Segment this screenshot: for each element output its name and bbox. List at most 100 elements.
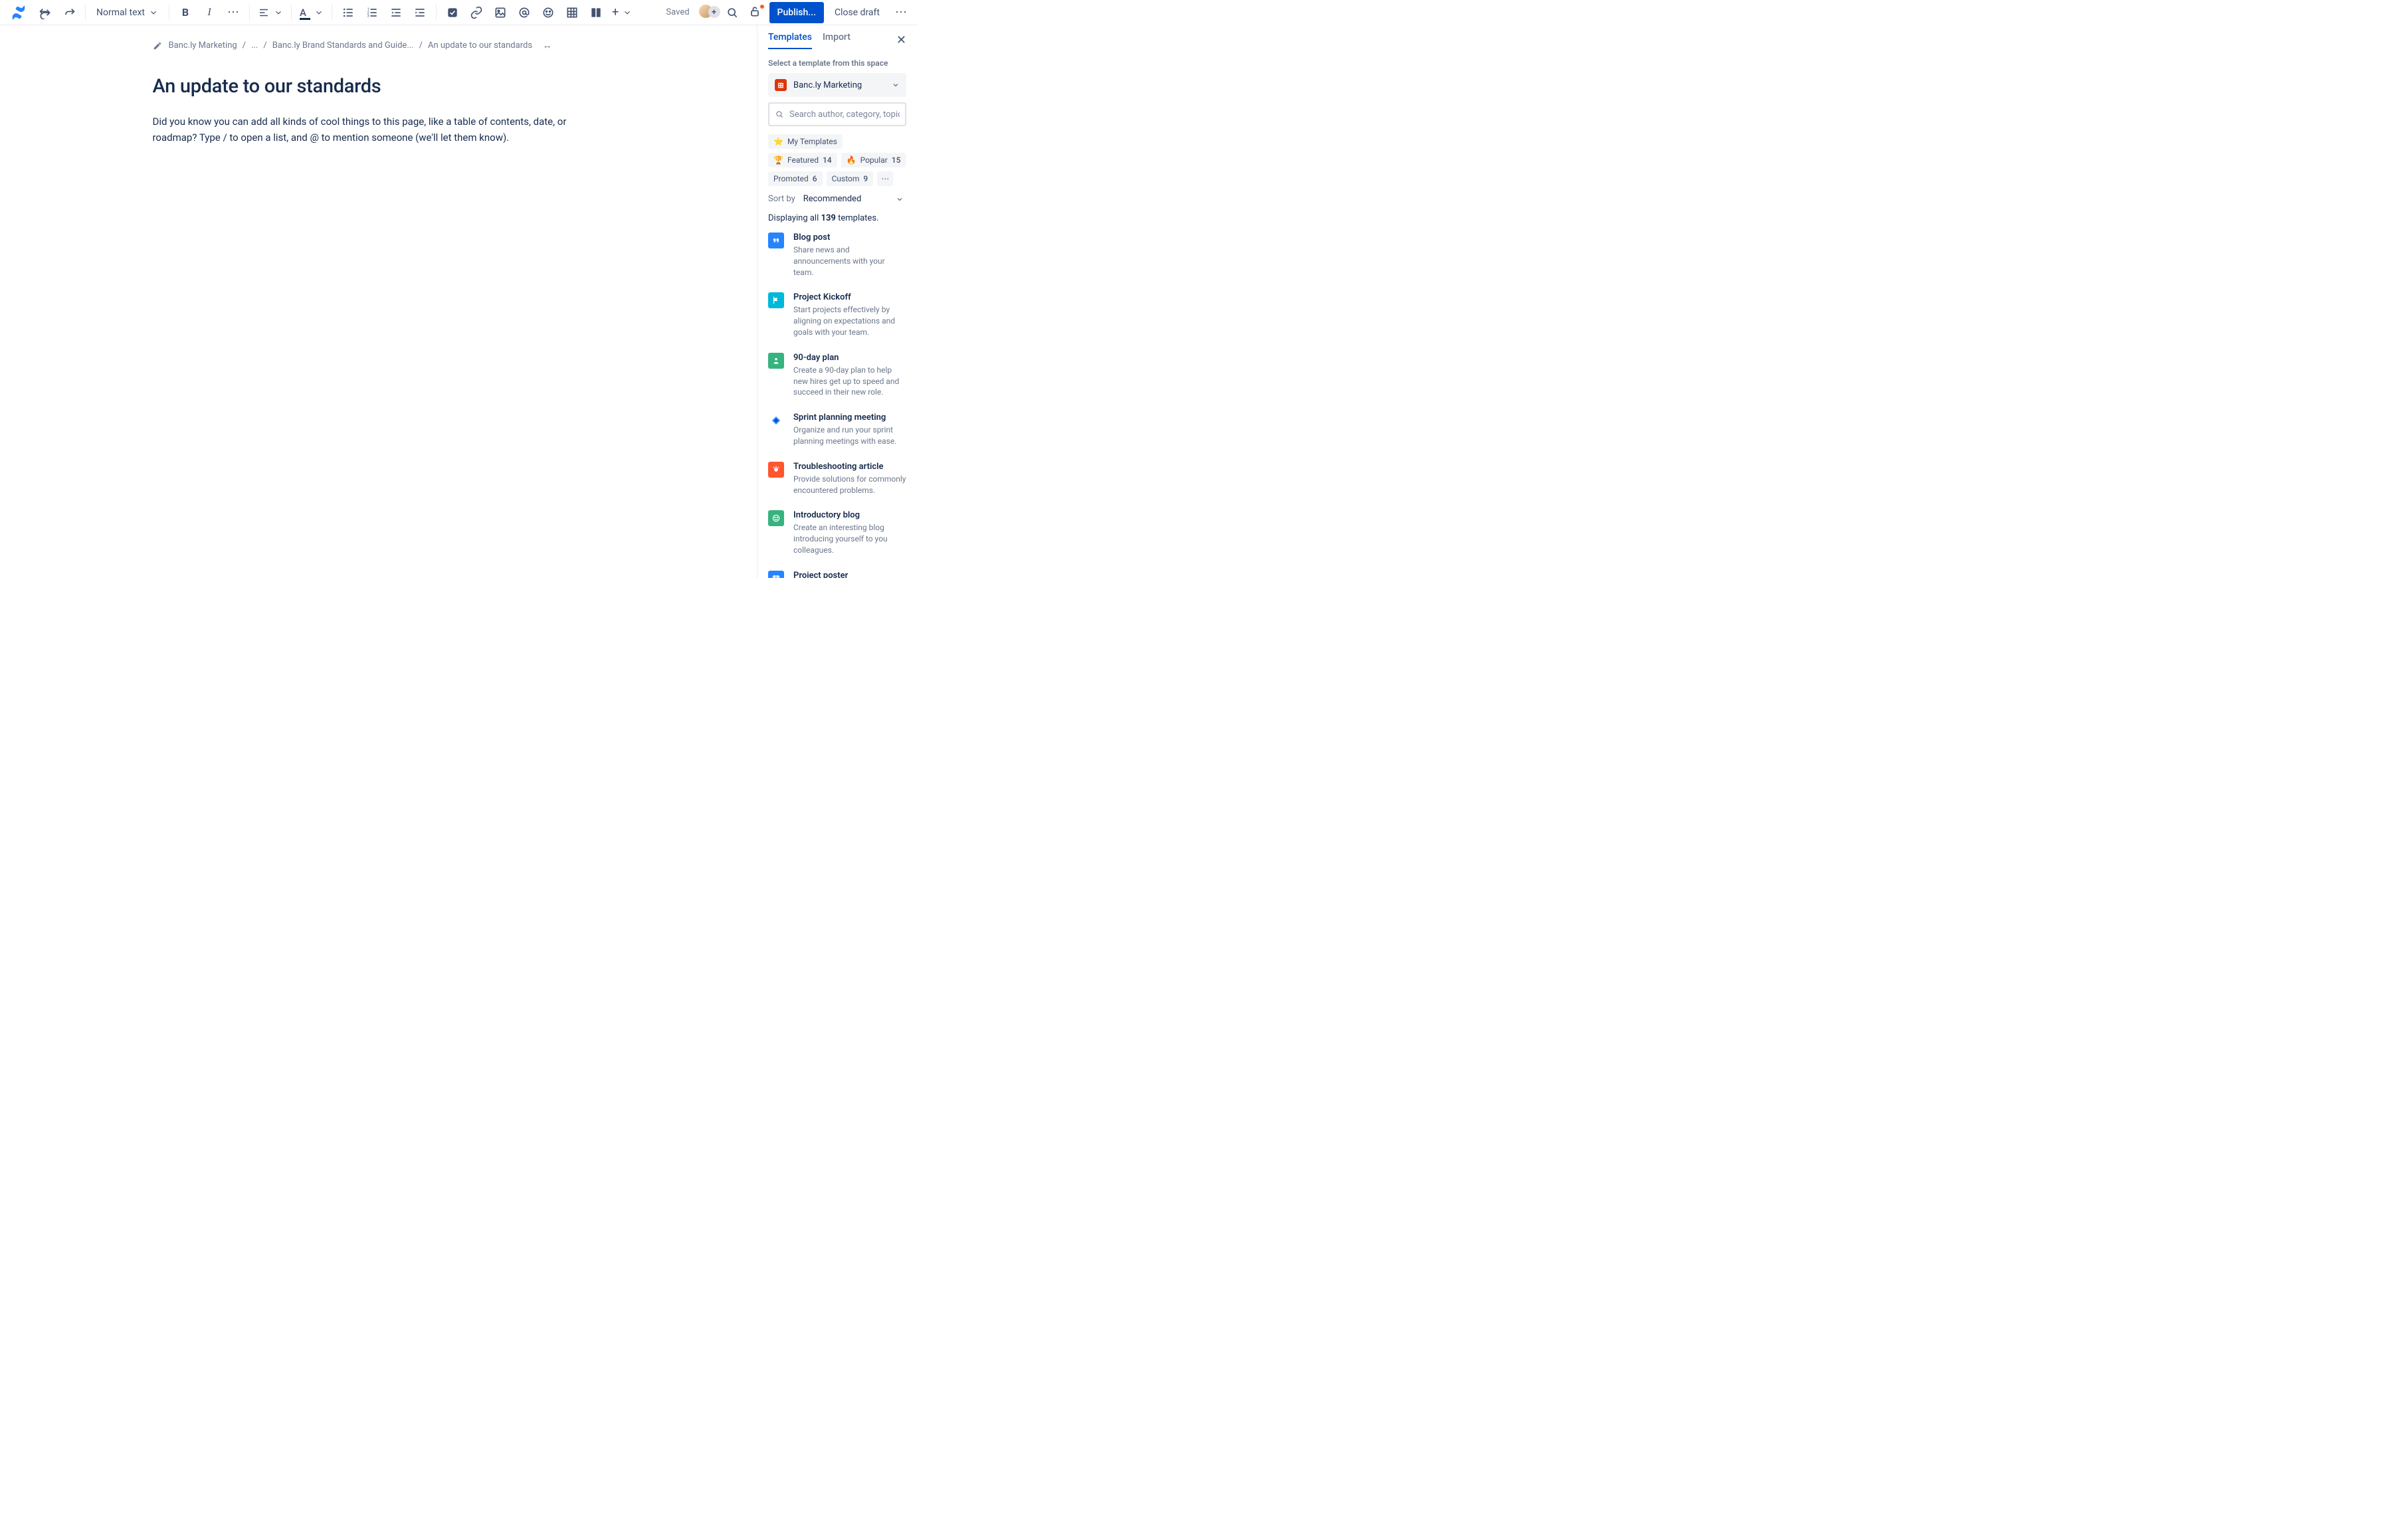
chip-promoted[interactable]: Promoted6 xyxy=(768,171,823,186)
text-color-icon: A xyxy=(300,7,310,19)
insert-dropdown[interactable]: + xyxy=(609,2,635,23)
chip-more[interactable]: ⋯ xyxy=(877,171,893,186)
pencil-icon xyxy=(153,41,163,51)
breadcrumb-item[interactable]: Banc.ly Brand Standards and Guide... xyxy=(272,41,414,50)
undo-button[interactable] xyxy=(35,2,56,23)
page-title[interactable]: An update to our standards xyxy=(153,75,605,98)
indent-button[interactable] xyxy=(409,2,431,23)
template-item[interactable]: Project Kickoff Start projects effectivel… xyxy=(768,292,906,337)
sort-by-label: Sort by xyxy=(768,194,795,204)
template-search[interactable] xyxy=(768,102,906,126)
table-button[interactable] xyxy=(561,2,583,23)
displaying-count: Displaying all 139 templates. xyxy=(768,213,906,223)
template-item[interactable]: Sprint planning meetingOrganize and run … xyxy=(768,413,906,447)
saved-status: Saved xyxy=(666,7,689,17)
template-icon xyxy=(768,462,784,478)
numbered-list-button[interactable]: 123 xyxy=(361,2,383,23)
toolbar-separator xyxy=(291,5,292,21)
presence-avatar[interactable]: + xyxy=(698,3,716,22)
template-title: Troubleshooting article xyxy=(793,462,906,472)
chip-featured[interactable]: 🏆Featured14 xyxy=(768,153,837,167)
space-select[interactable]: ⊞ Banc.ly Marketing xyxy=(768,73,906,97)
template-item[interactable]: 90-day planCreate a 90-day plan to help … xyxy=(768,353,906,398)
confluence-logo-icon[interactable] xyxy=(11,5,27,21)
template-search-input[interactable] xyxy=(789,110,900,120)
template-item[interactable]: Project posterUse this template to defin… xyxy=(768,571,906,578)
template-item[interactable]: Introductory blog Create an interesting b… xyxy=(768,510,906,555)
page-body-placeholder[interactable]: Did you know you can add all kinds of co… xyxy=(153,114,605,145)
svg-text:3: 3 xyxy=(367,14,369,18)
breadcrumb-item[interactable]: An update to our standards xyxy=(428,41,532,50)
chevron-down-icon xyxy=(896,195,904,203)
template-title: Introductory blog xyxy=(793,510,906,520)
layouts-button[interactable] xyxy=(585,2,607,23)
close-draft-button[interactable]: Close draft xyxy=(829,2,885,23)
fire-icon: 🔥 xyxy=(847,155,856,165)
toolbar-right: Saved + Publish... Close draft ⋯ xyxy=(666,2,912,23)
redo-button[interactable] xyxy=(58,2,80,23)
bold-button[interactable]: B xyxy=(175,2,196,23)
trophy-icon: 🏆 xyxy=(773,155,783,165)
chevron-down-icon xyxy=(623,8,632,17)
more-icon: ⋯ xyxy=(881,174,889,183)
template-title: Project poster xyxy=(793,571,906,578)
outdent-button[interactable] xyxy=(385,2,407,23)
more-actions-button[interactable]: ⋯ xyxy=(890,2,912,23)
text-color-dropdown[interactable]: A xyxy=(297,2,326,23)
star-icon: ⭐ xyxy=(773,137,783,146)
page-width-toggle[interactable]: ↔ xyxy=(543,40,605,51)
template-description: Start projects effectively by aligning o… xyxy=(793,304,906,337)
chip-popular[interactable]: 🔥Popular15 xyxy=(841,153,906,167)
template-description: Organize and run your sprint planning me… xyxy=(793,425,906,447)
template-item[interactable]: Blog postShare news and announcements wi… xyxy=(768,233,906,278)
italic-button[interactable]: I xyxy=(199,2,220,23)
notification-dot-icon xyxy=(759,4,765,9)
template-description: Provide solutions for commonly encounter… xyxy=(793,474,906,496)
template-item[interactable]: Troubleshooting article Provide solutions… xyxy=(768,462,906,496)
emoji-button[interactable] xyxy=(538,2,559,23)
restrictions-button[interactable] xyxy=(748,5,764,21)
sort-dropdown[interactable]: Recommended xyxy=(803,194,906,204)
align-left-icon xyxy=(258,7,270,19)
chevron-down-icon xyxy=(149,8,158,17)
chevron-down-icon xyxy=(314,8,324,17)
chevron-down-icon xyxy=(274,8,283,17)
toolbar-separator xyxy=(436,5,437,21)
tab-templates[interactable]: Templates xyxy=(768,32,812,49)
editor-area[interactable]: Banc.ly Marketing / ... / Banc.ly Brand … xyxy=(0,25,757,578)
publish-button[interactable]: Publish... xyxy=(769,2,824,23)
template-description: Create an interesting blog introducing y… xyxy=(793,522,906,555)
template-icon xyxy=(768,510,784,526)
toolbar-separator xyxy=(85,5,86,21)
template-icon xyxy=(768,233,784,248)
invite-plus-icon[interactable]: + xyxy=(708,6,720,18)
template-title: 90-day plan xyxy=(793,353,906,363)
sort-value: Recommended xyxy=(803,194,862,204)
chevron-down-icon xyxy=(892,81,900,89)
bullet-list-button[interactable] xyxy=(338,2,359,23)
action-item-button[interactable] xyxy=(442,2,463,23)
template-icon xyxy=(768,571,784,578)
find-replace-button[interactable] xyxy=(722,2,743,23)
toolbar-left: Normal text B I ⋯ A 123 + xyxy=(5,2,635,23)
plus-icon: + xyxy=(612,7,619,19)
breadcrumb-item[interactable]: ... xyxy=(251,41,258,50)
template-title: Project Kickoff xyxy=(793,292,906,302)
breadcrumb-separator: / xyxy=(263,41,266,50)
link-button[interactable] xyxy=(466,2,487,23)
more-formatting-button[interactable]: ⋯ xyxy=(223,2,244,23)
template-icon xyxy=(768,413,784,428)
mention-button[interactable] xyxy=(514,2,535,23)
alignment-dropdown[interactable] xyxy=(255,2,286,23)
templates-panel: Templates Import ✕ Select a template fro… xyxy=(757,25,917,578)
template-list: Blog postShare news and announcements wi… xyxy=(768,233,906,578)
chip-my-templates[interactable]: ⭐My Templates xyxy=(768,134,843,149)
tab-import[interactable]: Import xyxy=(823,32,851,49)
text-style-dropdown[interactable]: Normal text xyxy=(91,2,163,23)
chip-custom[interactable]: Custom9 xyxy=(827,171,874,186)
image-button[interactable] xyxy=(490,2,511,23)
breadcrumb-item[interactable]: Banc.ly Marketing xyxy=(169,41,237,50)
template-icon xyxy=(768,292,784,308)
breadcrumb-separator: / xyxy=(419,41,423,50)
close-panel-button[interactable]: ✕ xyxy=(896,35,906,47)
